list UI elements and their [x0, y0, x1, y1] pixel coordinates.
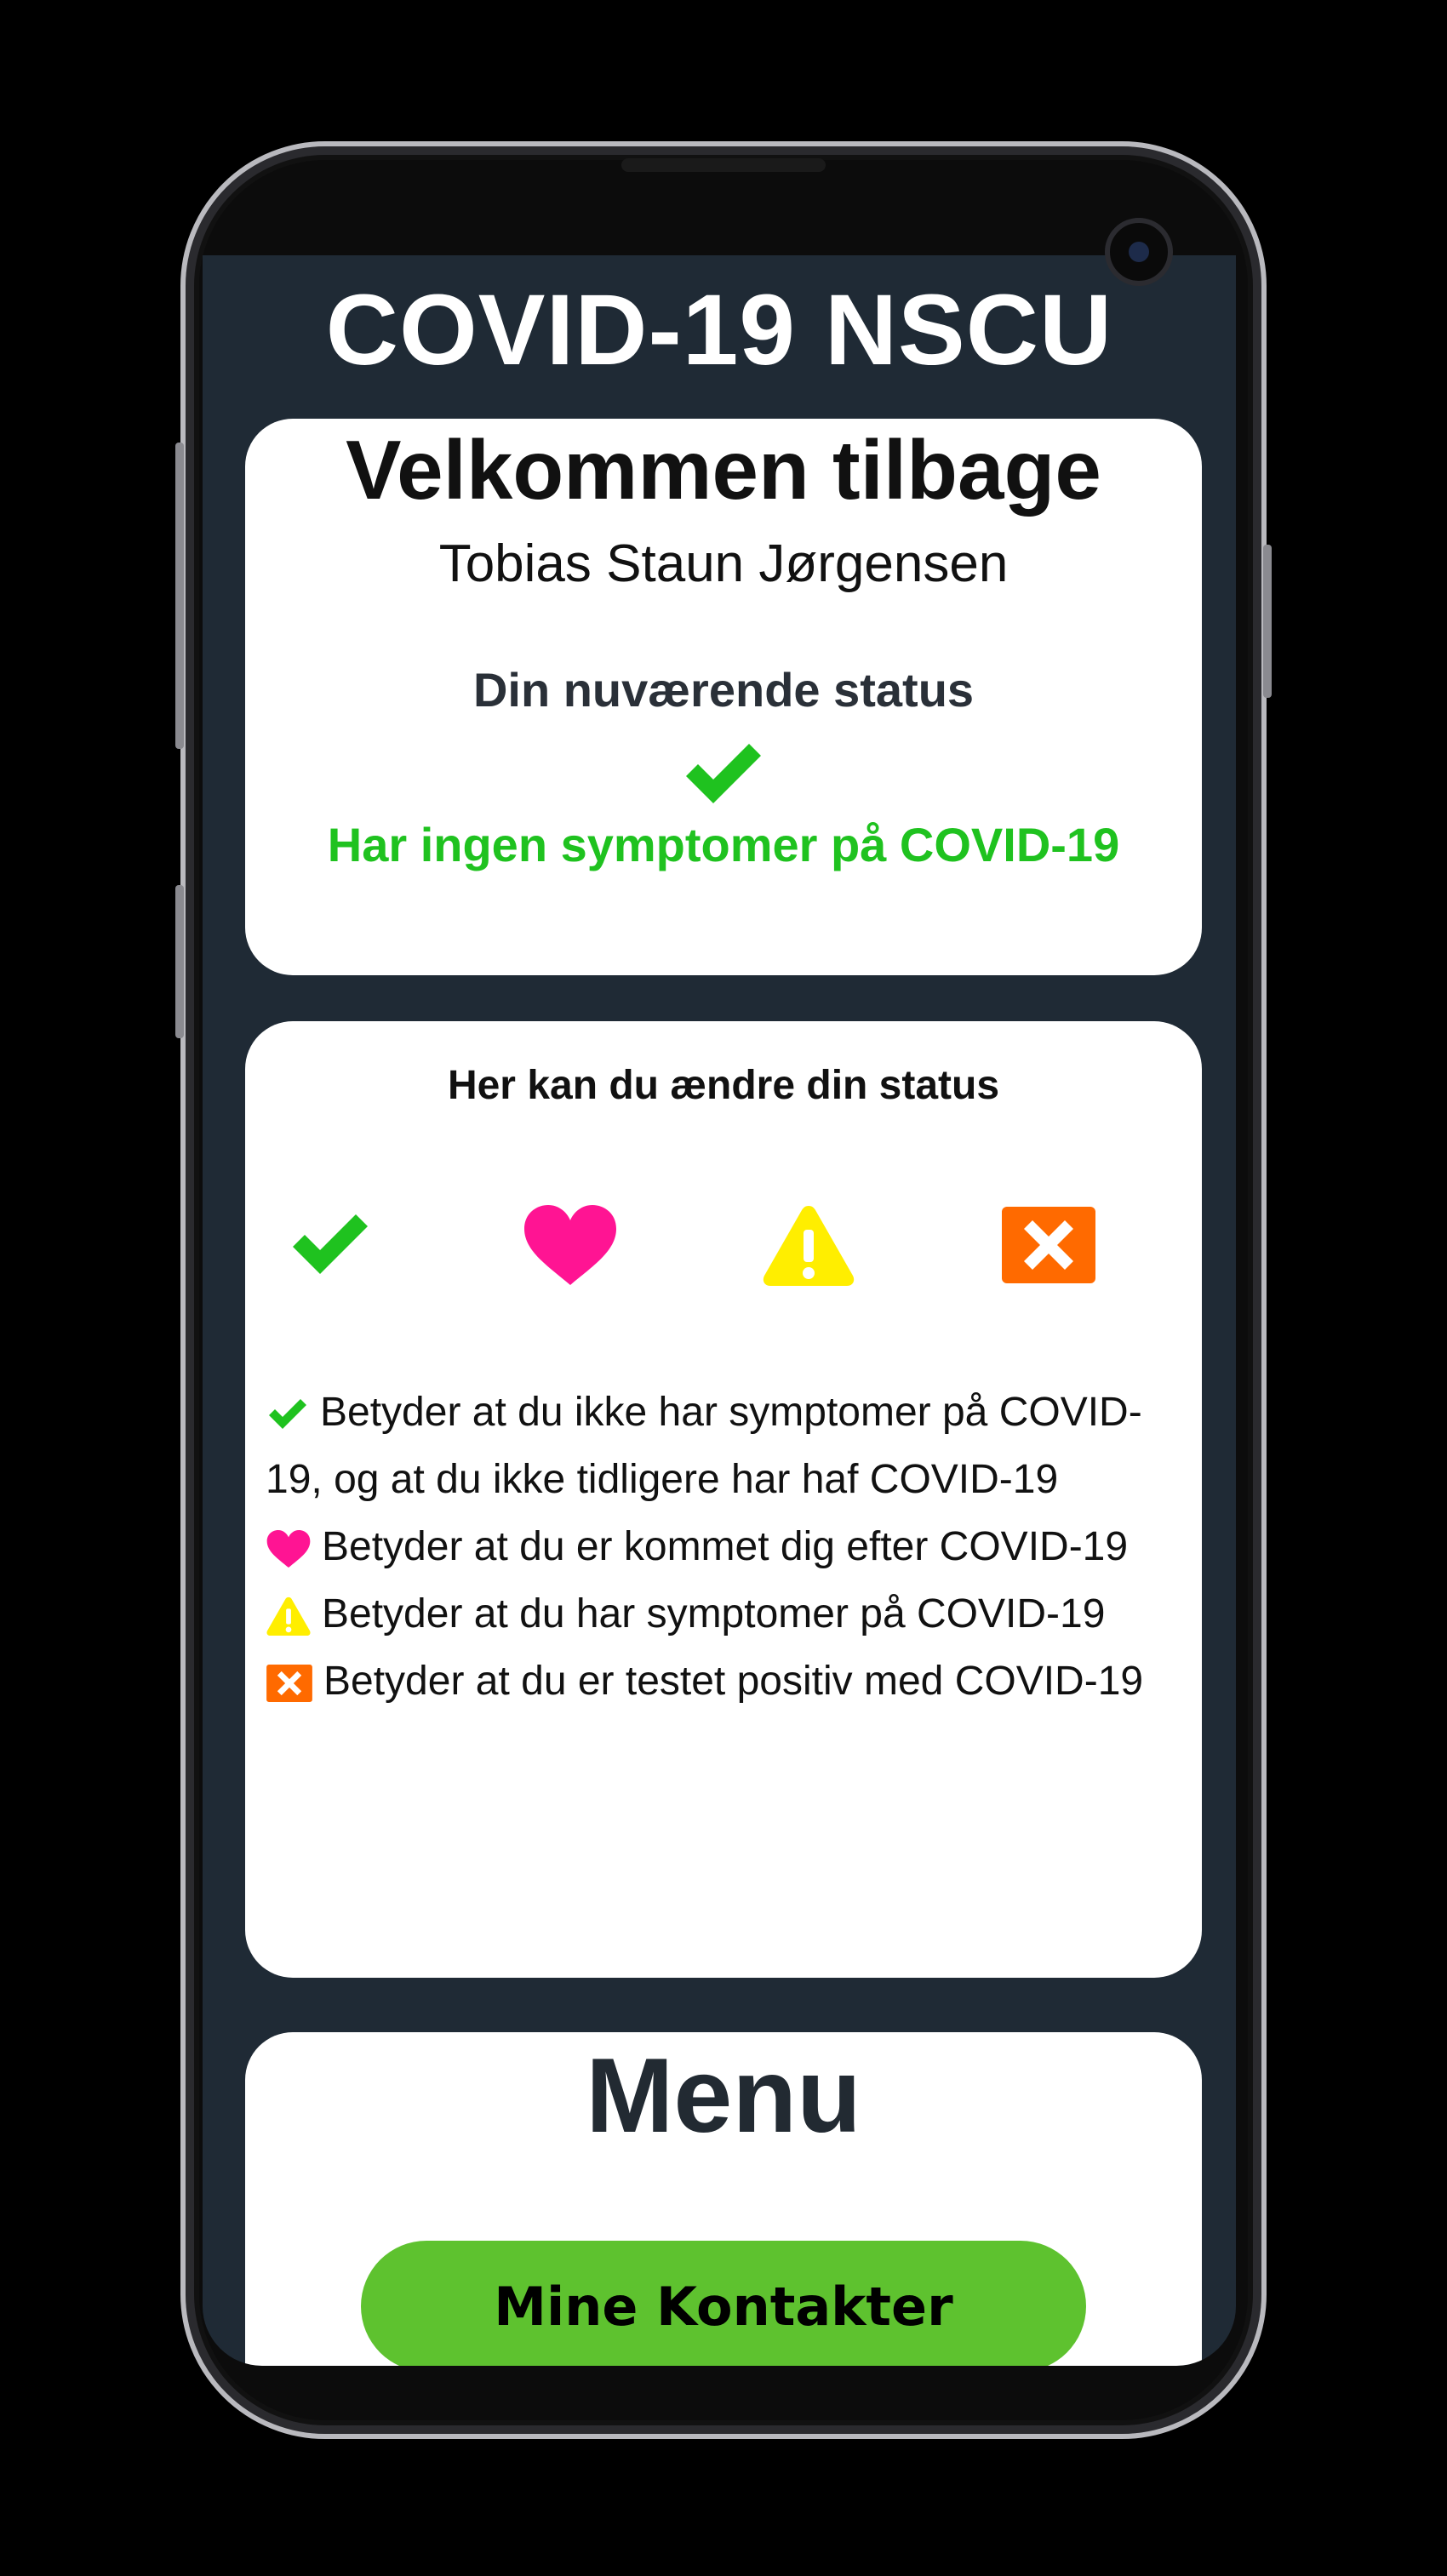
change-status-title: Her kan du ændre din status	[447, 1063, 1000, 1108]
check-icon	[269, 1399, 306, 1430]
status-option-recovered[interactable]	[519, 1198, 621, 1292]
legend-text-positive: Betyder at du er testet positiv med COVI…	[323, 1659, 1144, 1704]
power-button	[1263, 545, 1272, 698]
user-name: Tobias Staun Jørgensen	[438, 534, 1009, 593]
check-icon	[293, 1214, 368, 1274]
legend-item-positive: Betyder at du er testet positiv med COVI…	[266, 1648, 1185, 1715]
status-option-healthy[interactable]	[279, 1198, 381, 1292]
status-option-symptoms[interactable]	[758, 1198, 860, 1292]
menu-card: Menu Mine Kontakter	[245, 2032, 1202, 2366]
close-box-icon	[1002, 1207, 1095, 1283]
legend-item-symptoms: Betyder at du har symptomer på COVID-19	[266, 1580, 1185, 1648]
legend-item-healthy: Betyder at du ikke har symptomer på COVI…	[266, 1379, 1185, 1513]
volume-button	[175, 443, 184, 749]
change-status-card: Her kan du ændre din status Betyder at d…	[245, 1021, 1202, 1978]
legend-text-recovered: Betyder at du er kommet dig efter COVID-…	[322, 1524, 1129, 1569]
welcome-card: Velkommen tilbage Tobias Staun Jørgensen…	[245, 419, 1202, 975]
heart-icon	[524, 1205, 616, 1285]
heart-icon	[266, 1530, 311, 1568]
app-screen: COVID-19 NSCU Velkommen tilbage Tobias S…	[203, 255, 1236, 2366]
check-icon	[686, 744, 761, 803]
menu-title: Menu	[586, 2037, 861, 2155]
status-legend: Betyder at du ikke har symptomer på COVI…	[266, 1379, 1185, 1715]
bixby-button	[175, 885, 184, 1038]
warning-icon	[763, 1206, 855, 1286]
close-box-icon	[266, 1665, 312, 1703]
legend-item-recovered: Betyder at du er kommet dig efter COVID-…	[266, 1513, 1185, 1580]
earpiece-speaker	[621, 158, 826, 172]
status-option-positive[interactable]	[998, 1198, 1100, 1292]
legend-text-symptoms: Betyder at du har symptomer på COVID-19	[322, 1591, 1106, 1636]
current-status-text: Har ingen symptomer på COVID-19	[327, 818, 1120, 871]
app-title: COVID-19 NSCU	[325, 274, 1113, 386]
current-status-label: Din nuværende status	[472, 663, 975, 717]
warning-icon	[266, 1597, 311, 1636]
my-contacts-button[interactable]: Mine Kontakter	[361, 2241, 1086, 2366]
legend-text-healthy: Betyder at du ikke har symptomer på COVI…	[266, 1390, 1142, 1502]
front-camera	[1105, 218, 1173, 286]
welcome-title: Velkommen tilbage	[346, 423, 1101, 517]
